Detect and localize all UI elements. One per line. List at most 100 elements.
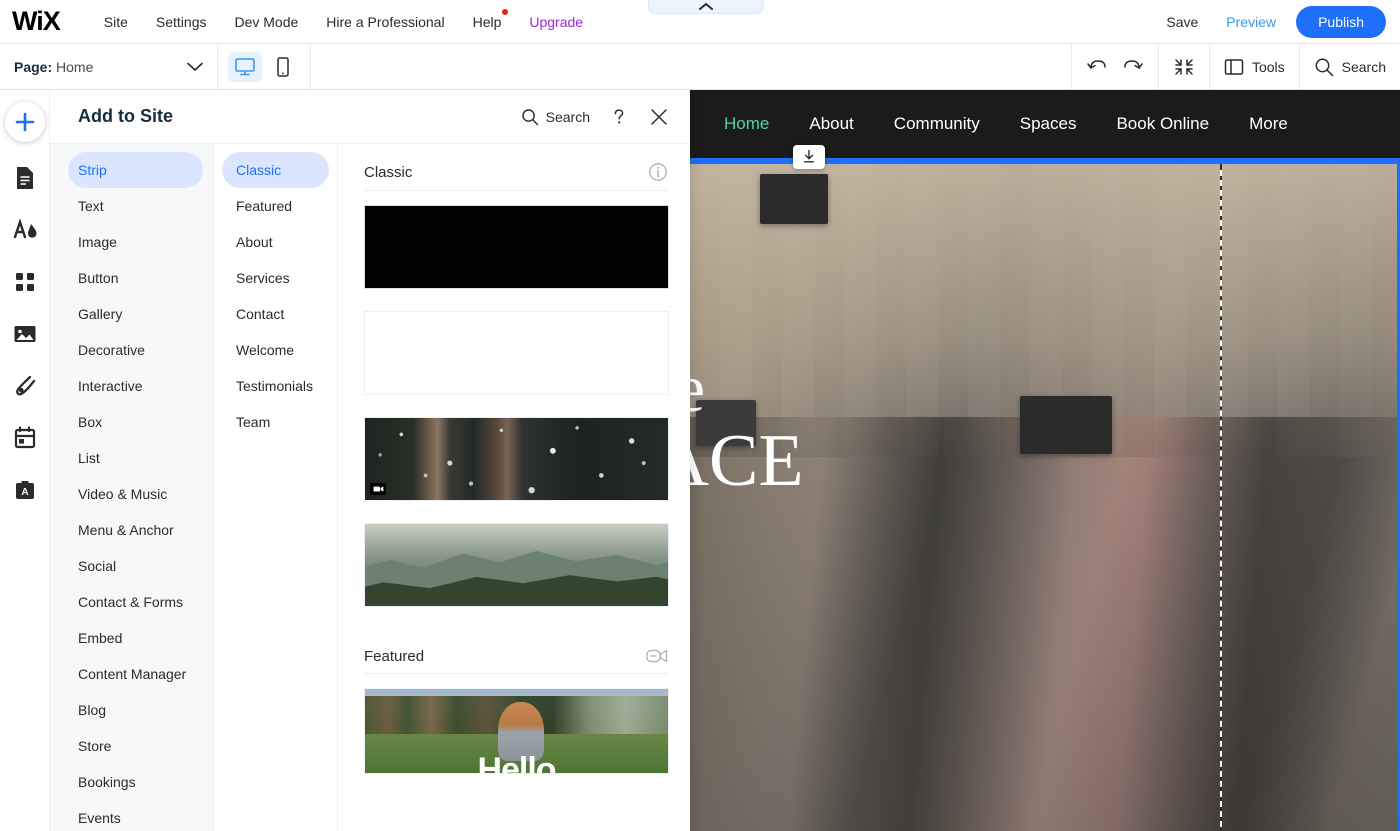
media-button[interactable] — [5, 314, 45, 354]
subcategory-welcome[interactable]: Welcome — [222, 332, 329, 368]
redo-button[interactable] — [1122, 58, 1144, 76]
hero-strip[interactable]: ur favorite ING SPACE RCELONA OK A SPACE — [690, 164, 1400, 831]
device-switcher — [218, 44, 311, 90]
mobile-view-button[interactable] — [266, 52, 300, 82]
category-text[interactable]: Text — [68, 188, 203, 224]
category-bookings[interactable]: Bookings — [68, 764, 203, 800]
menu-item-site[interactable]: Site — [90, 14, 142, 30]
menu-item-upgrade[interactable]: Upgrade — [515, 14, 597, 30]
snow-forest-art — [365, 418, 668, 500]
tools-button[interactable]: Tools — [1224, 58, 1285, 76]
my-designs-button[interactable]: A — [5, 470, 45, 510]
history-group — [1071, 44, 1158, 90]
category-image[interactable]: Image — [68, 224, 203, 260]
hello-meadow-art: Hello — [365, 689, 668, 773]
undo-button[interactable] — [1086, 58, 1108, 76]
video-tutorial-icon[interactable] — [646, 647, 668, 665]
wix-logo[interactable]: WiX — [12, 8, 60, 35]
plus-icon — [14, 111, 36, 133]
site-nav-community[interactable]: Community — [874, 114, 1000, 134]
theme-button[interactable] — [5, 210, 45, 250]
calendar-icon — [14, 426, 36, 450]
theme-icon — [12, 218, 38, 242]
mobile-icon — [276, 57, 290, 77]
category-events[interactable]: Events — [68, 800, 203, 831]
bookings-button[interactable] — [5, 418, 45, 458]
question-mark-icon — [611, 108, 627, 126]
subcategory-featured[interactable]: Featured — [222, 188, 329, 224]
panel-close-button[interactable] — [648, 106, 670, 128]
download-badge-button[interactable] — [793, 145, 825, 169]
menu-item-help[interactable]: Help — [459, 14, 516, 30]
panel-header: Add to Site Search — [50, 90, 690, 144]
menu-item-dev-mode[interactable]: Dev Mode — [220, 14, 312, 30]
zoom-out-button[interactable] — [1173, 57, 1195, 77]
save-button[interactable]: Save — [1152, 14, 1212, 30]
site-nav-about[interactable]: About — [789, 114, 873, 134]
video-badge — [370, 483, 386, 495]
category-button[interactable]: Button — [68, 260, 203, 296]
page-selector-text: Page: Home — [14, 59, 93, 75]
search-icon — [1314, 57, 1334, 77]
panel-search-button[interactable]: Search — [521, 108, 590, 126]
category-decorative[interactable]: Decorative — [68, 332, 203, 368]
category-social[interactable]: Social — [68, 548, 203, 584]
menu-item-hire-a-professional[interactable]: Hire a Professional — [312, 14, 458, 30]
info-icon[interactable] — [648, 162, 668, 182]
subcategory-classic[interactable]: Classic — [222, 152, 329, 188]
element-thumbnail-featured-1[interactable]: Hello — [364, 688, 669, 774]
category-interactive[interactable]: Interactive — [68, 368, 203, 404]
subcategory-services[interactable]: Services — [222, 260, 329, 296]
desktop-view-button[interactable] — [228, 52, 262, 82]
element-thumbnail-classic-2[interactable] — [364, 311, 669, 395]
subcategory-about[interactable]: About — [222, 224, 329, 260]
site-nav-home[interactable]: Home — [704, 114, 789, 134]
search-group: Search — [1299, 44, 1400, 90]
category-menu-anchor[interactable]: Menu & Anchor — [68, 512, 203, 548]
pen-icon — [13, 374, 37, 398]
tools-group: Tools — [1209, 44, 1299, 90]
apps-button[interactable] — [5, 262, 45, 302]
top-bar-actions: Save Preview Publish — [1152, 0, 1386, 44]
publish-button[interactable]: Publish — [1296, 6, 1386, 38]
pages-button[interactable] — [5, 158, 45, 198]
category-strip[interactable]: Strip — [68, 152, 203, 188]
editor-toolbar-right: Tools Search — [1071, 44, 1400, 90]
subcategory-contact[interactable]: Contact — [222, 296, 329, 332]
add-elements-button[interactable] — [5, 102, 45, 142]
subcategory-testimonials[interactable]: Testimonials — [222, 368, 329, 404]
element-thumbnail-classic-4[interactable] — [364, 523, 669, 607]
element-thumbnail-classic-3[interactable] — [364, 417, 669, 501]
apps-icon — [14, 271, 36, 293]
page-selector[interactable]: Page: Home — [0, 44, 218, 90]
category-box[interactable]: Box — [68, 404, 203, 440]
collapse-toolbar-tab[interactable] — [648, 0, 764, 14]
site-nav-book-online[interactable]: Book Online — [1096, 114, 1229, 134]
site-nav-spaces[interactable]: Spaces — [1000, 114, 1097, 134]
editor-toolbar: Page: Home — [0, 44, 1400, 90]
search-label: Search — [1342, 59, 1386, 75]
subcategory-team[interactable]: Team — [222, 404, 329, 440]
search-button[interactable]: Search — [1314, 57, 1386, 77]
panel-header-actions: Search — [521, 106, 670, 128]
panel-help-button[interactable] — [608, 106, 630, 128]
element-gallery[interactable]: Classic — [338, 144, 690, 831]
site-canvas[interactable]: Home About Community Spaces Book Online … — [690, 90, 1400, 831]
category-blog[interactable]: Blog — [68, 692, 203, 728]
search-icon — [521, 108, 539, 126]
element-thumbnail-classic-1[interactable] — [364, 205, 669, 289]
category-store[interactable]: Store — [68, 728, 203, 764]
category-content-manager[interactable]: Content Manager — [68, 656, 203, 692]
category-gallery[interactable]: Gallery — [68, 296, 203, 332]
category-contact-forms[interactable]: Contact & Forms — [68, 584, 203, 620]
preview-button[interactable]: Preview — [1212, 14, 1290, 30]
hero-line-1: ur favorite — [690, 354, 1330, 422]
category-embed[interactable]: Embed — [68, 620, 203, 656]
category-video-music[interactable]: Video & Music — [68, 476, 203, 512]
hero-heading[interactable]: ur favorite ING SPACE RCELONA — [690, 354, 1330, 554]
menu-item-settings[interactable]: Settings — [142, 14, 221, 30]
menu-item-settings-label: Settings — [156, 14, 207, 30]
category-list[interactable]: List — [68, 440, 203, 476]
blog-button[interactable] — [5, 366, 45, 406]
site-nav-more[interactable]: More — [1229, 114, 1308, 134]
